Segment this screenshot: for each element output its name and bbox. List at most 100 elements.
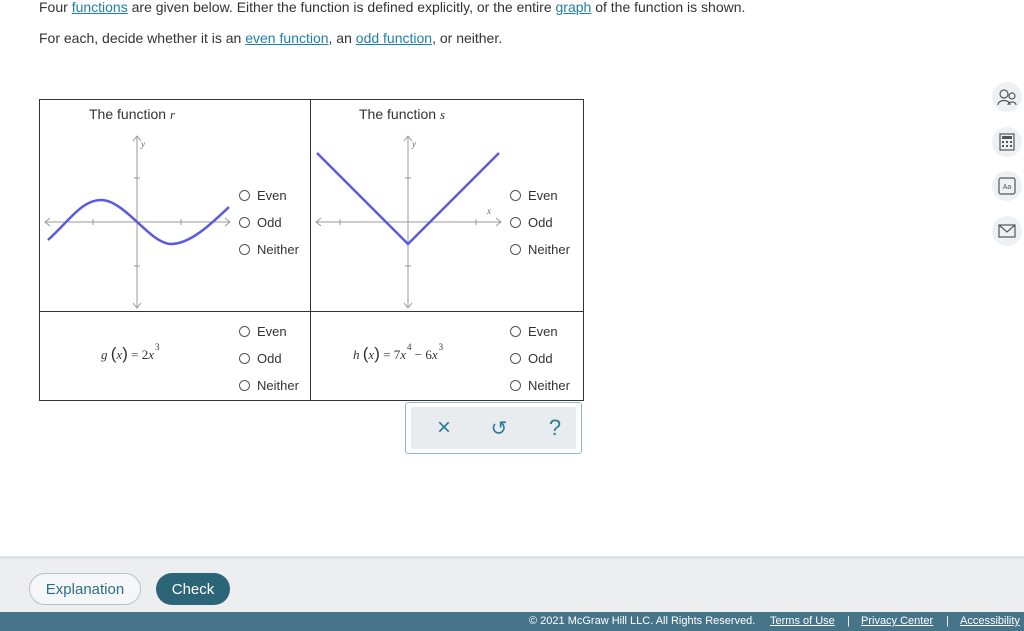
- answer-toolbar: × ↺ ?: [405, 402, 582, 454]
- y-axis-label: y: [140, 139, 145, 149]
- glossary-button[interactable]: Aa: [992, 171, 1022, 201]
- radio-icon[interactable]: [510, 190, 521, 201]
- option-label: Neither: [257, 378, 299, 393]
- option-label: Odd: [528, 351, 553, 366]
- option-label: Odd: [528, 215, 553, 230]
- radio-icon[interactable]: [239, 326, 250, 337]
- option-odd[interactable]: Odd: [239, 345, 299, 372]
- cell-title: The function r: [89, 106, 175, 123]
- prompt-line-1: Four functions are given below. Either t…: [39, 0, 745, 15]
- option-neither[interactable]: Neither: [510, 236, 570, 263]
- variable: x: [148, 347, 154, 362]
- radio-icon[interactable]: [239, 353, 250, 364]
- footer-separator: |: [946, 615, 949, 627]
- x-axis-label: x: [486, 206, 491, 216]
- undo-icon: ↺: [490, 417, 508, 440]
- footer-separator: |: [847, 615, 850, 627]
- question-grid: The function r y Even Odd Neither The fu…: [39, 99, 584, 401]
- formula-h: h (x) = 7x4 − 6x3: [353, 341, 443, 364]
- copyright-text: © 2021 McGraw Hill LLC. All Rights Reser…: [529, 615, 756, 627]
- option-label: Even: [257, 188, 287, 203]
- tutor-button[interactable]: [992, 82, 1022, 112]
- function-variable: s: [439, 107, 445, 122]
- undo-button[interactable]: ↺: [479, 407, 519, 449]
- function-name: h: [353, 347, 360, 362]
- cell-function-g: g (x) = 2x3 Even Odd Neither: [40, 312, 311, 400]
- radio-icon[interactable]: [510, 353, 521, 364]
- radio-icon[interactable]: [239, 380, 250, 391]
- answer-options-h: Even Odd Neither: [510, 318, 570, 399]
- option-odd[interactable]: Odd: [510, 209, 570, 236]
- functions-link[interactable]: functions: [72, 0, 128, 15]
- option-label: Even: [528, 188, 558, 203]
- clear-button[interactable]: ×: [424, 407, 464, 449]
- option-label: Neither: [528, 378, 570, 393]
- cell-title-text: The function: [89, 106, 170, 122]
- even-function-link[interactable]: even function: [245, 30, 328, 46]
- exponent: 4: [407, 341, 412, 352]
- option-label: Neither: [528, 242, 570, 257]
- prompt-text: are given below. Either the function is …: [127, 0, 556, 15]
- option-even[interactable]: Even: [239, 182, 299, 209]
- answer-options-s: Even Odd Neither: [510, 182, 570, 263]
- message-button[interactable]: [992, 216, 1022, 246]
- answer-options-r: Even Odd Neither: [239, 182, 299, 263]
- prompt-line-2: For each, decide whether it is an even f…: [39, 30, 502, 46]
- radio-icon[interactable]: [510, 217, 521, 228]
- radio-icon[interactable]: [239, 244, 250, 255]
- graph-s: y x: [315, 135, 502, 309]
- equals-coefficient: = 2: [127, 347, 149, 362]
- prompt-text: For each, decide whether it is an: [39, 30, 246, 46]
- option-neither[interactable]: Neither: [239, 236, 299, 263]
- glossary-label: Aa: [1003, 184, 1012, 191]
- explanation-button[interactable]: Explanation: [29, 573, 141, 605]
- message-icon: [998, 224, 1016, 238]
- prompt-text: , or neither.: [432, 30, 503, 46]
- check-button[interactable]: Check: [156, 573, 230, 605]
- footer: © 2021 McGraw Hill LLC. All Rights Reser…: [0, 612, 1024, 631]
- calculator-button[interactable]: [992, 127, 1022, 157]
- radio-icon[interactable]: [239, 217, 250, 228]
- y-axis-label: y: [411, 139, 416, 149]
- function-variable: r: [169, 107, 175, 122]
- cell-title: The function s: [359, 106, 445, 123]
- graph-r: y: [44, 135, 231, 309]
- formula-g: g (x) = 2x3: [101, 341, 160, 364]
- variable: x: [431, 347, 438, 362]
- option-odd[interactable]: Odd: [510, 345, 570, 372]
- prompt-text: , an: [328, 30, 356, 46]
- radio-icon[interactable]: [510, 244, 521, 255]
- option-even[interactable]: Even: [510, 318, 570, 345]
- option-even[interactable]: Even: [510, 182, 570, 209]
- graph-link[interactable]: graph: [556, 0, 592, 15]
- odd-function-link[interactable]: odd function: [356, 30, 432, 46]
- option-label: Odd: [257, 215, 282, 230]
- option-label: Odd: [257, 351, 282, 366]
- close-icon: ×: [436, 414, 451, 441]
- calculator-icon: [999, 133, 1015, 151]
- glossary-icon: Aa: [998, 177, 1016, 195]
- answer-options-g: Even Odd Neither: [239, 318, 299, 399]
- option-even[interactable]: Even: [239, 318, 299, 345]
- prompt-text: Four: [39, 0, 72, 15]
- option-neither[interactable]: Neither: [239, 372, 299, 399]
- exponent: 3: [155, 341, 160, 352]
- function-name: g: [101, 347, 108, 362]
- tutor-icon: [997, 89, 1017, 106]
- radio-icon[interactable]: [510, 326, 521, 337]
- cell-function-r: The function r y Even Odd Neither: [40, 100, 311, 312]
- help-button[interactable]: ?: [535, 407, 575, 449]
- radio-icon[interactable]: [510, 380, 521, 391]
- toolbar-inner: × ↺ ?: [411, 407, 576, 449]
- option-label: Even: [257, 324, 287, 339]
- option-odd[interactable]: Odd: [239, 209, 299, 236]
- bottom-action-bar: Explanation Check: [0, 556, 1024, 612]
- prompt-text: of the function is shown.: [591, 0, 746, 15]
- terms-link[interactable]: Terms of Use: [770, 615, 835, 627]
- option-neither[interactable]: Neither: [510, 372, 570, 399]
- privacy-link[interactable]: Privacy Center: [861, 615, 933, 627]
- cell-function-s: The function s y x Even Odd Neither: [311, 100, 583, 312]
- cell-title-text: The function: [359, 106, 440, 122]
- accessibility-link[interactable]: Accessibility: [960, 615, 1020, 627]
- radio-icon[interactable]: [239, 190, 250, 201]
